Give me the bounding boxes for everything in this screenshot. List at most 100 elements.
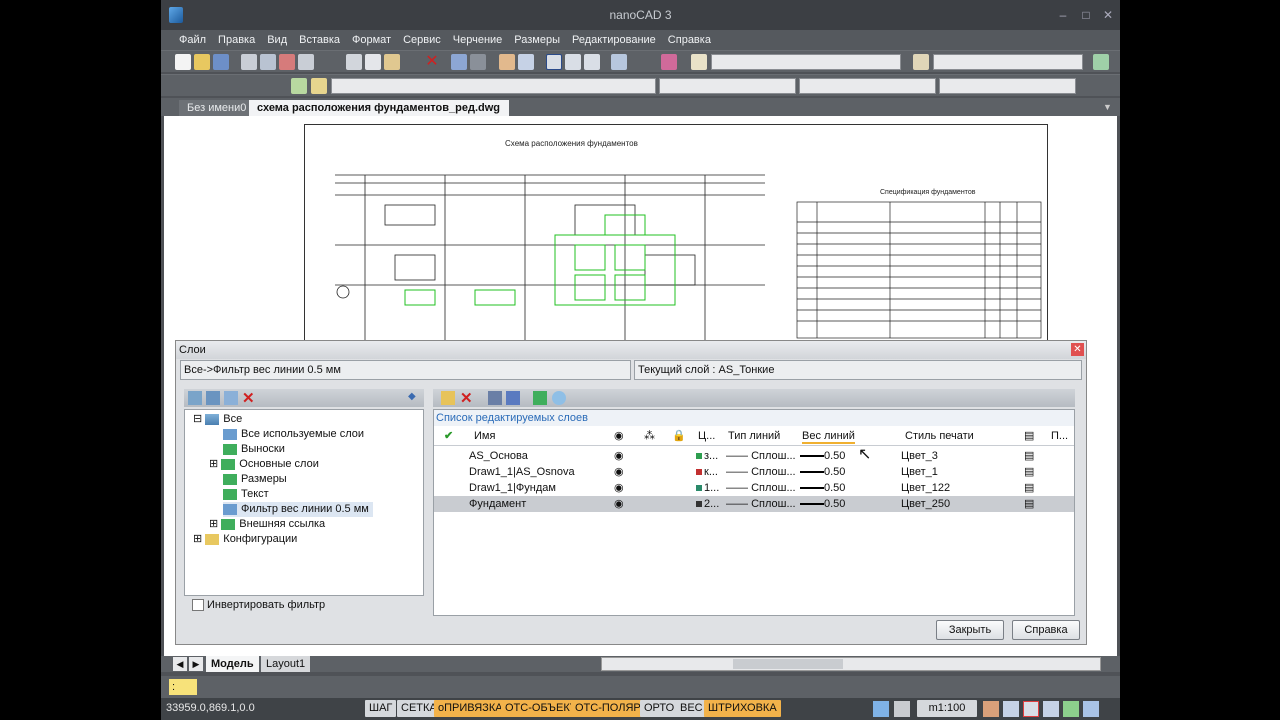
col-lock-icon[interactable]: 🔒 bbox=[672, 428, 686, 444]
printer-icon[interactable]: ▤ bbox=[1024, 448, 1034, 464]
delete-icon[interactable]: ✕ bbox=[424, 54, 440, 70]
osnap-toggle[interactable]: оПРИВЯЗКА bbox=[434, 700, 507, 717]
menu-draw[interactable]: Черчение bbox=[447, 30, 509, 50]
collapse-panel-icon[interactable]: ◆ bbox=[408, 391, 416, 402]
layer-linetype[interactable]: —— Сплош... bbox=[726, 448, 796, 464]
scroll-right-icon[interactable]: ▶ bbox=[189, 657, 203, 671]
minimize-icon[interactable]: – bbox=[1056, 8, 1070, 22]
command-input[interactable]: : bbox=[169, 679, 197, 695]
print-icon[interactable] bbox=[241, 54, 257, 70]
scroll-left-icon[interactable]: ◀ bbox=[173, 657, 187, 671]
set-current-icon[interactable] bbox=[488, 391, 502, 405]
properties-icon[interactable] bbox=[661, 54, 677, 70]
layer-row[interactable]: Draw1_1|Фундам ◉ 1... —— Сплош... 0.50 Ц… bbox=[434, 480, 1074, 496]
ortho-toggle[interactable]: ОРТО bbox=[640, 700, 679, 717]
lineweight-select[interactable] bbox=[939, 78, 1076, 94]
layer-color[interactable]: 2... bbox=[696, 496, 719, 512]
layer-lineweight[interactable]: 0.50 bbox=[800, 480, 845, 496]
zoom-window-icon[interactable] bbox=[546, 54, 562, 70]
refresh-icon[interactable] bbox=[533, 391, 547, 405]
tab-foundation-plan[interactable]: схема расположения фундаментов_ред.dwg ✕ bbox=[249, 100, 509, 130]
layer-plotstyle[interactable]: Цвет_1 bbox=[901, 464, 938, 480]
tree-dimensions[interactable]: Размеры bbox=[223, 472, 287, 487]
redo-icon[interactable] bbox=[470, 54, 486, 70]
regen-status-icon[interactable] bbox=[1063, 701, 1079, 717]
layer-linetype[interactable]: —— Сплош... bbox=[726, 464, 796, 480]
col-lineweight[interactable]: Вес линий bbox=[802, 428, 855, 444]
tabs-menu-icon[interactable]: ▼ bbox=[1103, 102, 1112, 112]
status-col-icon[interactable]: ✔ bbox=[444, 428, 453, 444]
delete-layer-icon[interactable]: ✕ bbox=[460, 389, 473, 407]
tree-callouts[interactable]: Выноски bbox=[223, 442, 285, 457]
help-button[interactable]: Справка bbox=[1012, 620, 1080, 640]
menu-format[interactable]: Формат bbox=[346, 30, 397, 50]
text-style-icon[interactable] bbox=[691, 54, 707, 70]
visible-icon[interactable]: ◉ bbox=[614, 464, 624, 480]
new-filter-icon[interactable] bbox=[188, 391, 202, 405]
tree-lineweight-filter[interactable]: Фильтр вес линии 0.5 мм bbox=[223, 502, 373, 517]
zoom-extents-icon[interactable] bbox=[565, 54, 581, 70]
col-color[interactable]: Ц... bbox=[698, 428, 715, 444]
tree-used-layers[interactable]: Все используемые слои bbox=[223, 427, 364, 442]
horizontal-scrollbar[interactable] bbox=[601, 657, 1101, 671]
text-style-select[interactable] bbox=[711, 54, 901, 70]
col-linetype[interactable]: Тип линий bbox=[728, 428, 780, 444]
paper-space-icon[interactable] bbox=[894, 701, 910, 717]
tree-xref[interactable]: ⊞ Внешняя ссылка bbox=[209, 517, 325, 532]
close-button[interactable]: Закрыть bbox=[936, 620, 1004, 640]
close-icon[interactable]: ✕ bbox=[1101, 8, 1115, 22]
col-plotstyle[interactable]: Стиль печати bbox=[905, 428, 974, 444]
col-print-icon[interactable]: ▤ bbox=[1024, 428, 1034, 444]
menu-service[interactable]: Сервис bbox=[397, 30, 447, 50]
layer-row-selected[interactable]: Фундамент ◉ 2... —— Сплош... 0.50 Цвет_2… bbox=[434, 496, 1074, 512]
linetype-select[interactable] bbox=[799, 78, 936, 94]
visible-icon[interactable]: ◉ bbox=[614, 496, 624, 512]
undo-icon[interactable] bbox=[451, 54, 467, 70]
zoom-status-icon[interactable] bbox=[1003, 701, 1019, 717]
paste-icon[interactable] bbox=[384, 54, 400, 70]
color-select[interactable] bbox=[659, 78, 796, 94]
menu-insert[interactable]: Вставка bbox=[293, 30, 346, 50]
otrack-toggle[interactable]: ОТС-ОБЪЕКТ bbox=[501, 700, 581, 717]
new-layer-icon[interactable] bbox=[441, 391, 455, 405]
tab-model[interactable]: Модель bbox=[206, 656, 259, 672]
tree-text[interactable]: Текст bbox=[223, 487, 269, 502]
menu-modify[interactable]: Редактирование bbox=[566, 30, 662, 50]
invert-filter-checkbox[interactable] bbox=[192, 599, 204, 612]
pan-icon[interactable] bbox=[499, 54, 515, 70]
printer-icon[interactable]: ▤ bbox=[1024, 480, 1034, 496]
visible-icon[interactable]: ◉ bbox=[614, 448, 624, 464]
menu-dimensions[interactable]: Размеры bbox=[508, 30, 566, 50]
layer-linetype[interactable]: —— Сплош... bbox=[726, 496, 796, 512]
layer-lineweight[interactable]: 0.50 bbox=[800, 448, 845, 464]
maximize-icon[interactable]: □ bbox=[1079, 8, 1093, 22]
dim-style-select[interactable] bbox=[933, 54, 1083, 70]
layer-plotstyle[interactable]: Цвет_122 bbox=[901, 480, 950, 496]
scale-select[interactable]: m1:100 bbox=[917, 700, 977, 717]
plot-icon[interactable] bbox=[298, 54, 314, 70]
printer-icon[interactable]: ▤ bbox=[1024, 464, 1034, 480]
open-icon[interactable] bbox=[194, 54, 210, 70]
eye-icon[interactable] bbox=[552, 391, 566, 405]
filter-props-icon[interactable] bbox=[224, 391, 238, 405]
distance-icon[interactable] bbox=[611, 54, 627, 70]
publish-icon[interactable] bbox=[279, 54, 295, 70]
copy-icon[interactable] bbox=[365, 54, 381, 70]
new-icon[interactable] bbox=[175, 54, 191, 70]
polar-toggle[interactable]: ОТС-ПОЛЯР bbox=[571, 700, 645, 717]
layer-color[interactable]: 1... bbox=[696, 480, 719, 496]
layer-select[interactable] bbox=[331, 78, 656, 94]
layer-state-icon[interactable] bbox=[311, 78, 327, 94]
col-name[interactable]: Имя bbox=[474, 428, 495, 444]
model-space-icon[interactable] bbox=[873, 701, 889, 717]
preview-icon[interactable] bbox=[260, 54, 276, 70]
menu-help[interactable]: Справка bbox=[662, 30, 717, 50]
lineweight-toggle[interactable]: ВЕС bbox=[676, 700, 707, 717]
tree-all[interactable]: ⊟ Все bbox=[193, 412, 242, 427]
menu-view[interactable]: Вид bbox=[261, 30, 293, 50]
dialog-close-icon[interactable]: ✕ bbox=[1071, 343, 1084, 356]
col-plot[interactable]: П... bbox=[1051, 428, 1068, 444]
layer-plotstyle[interactable]: Цвет_3 bbox=[901, 448, 938, 464]
layer-lineweight[interactable]: 0.50 bbox=[800, 464, 845, 480]
hatch-toggle[interactable]: ШТРИХОВКА bbox=[704, 700, 781, 717]
